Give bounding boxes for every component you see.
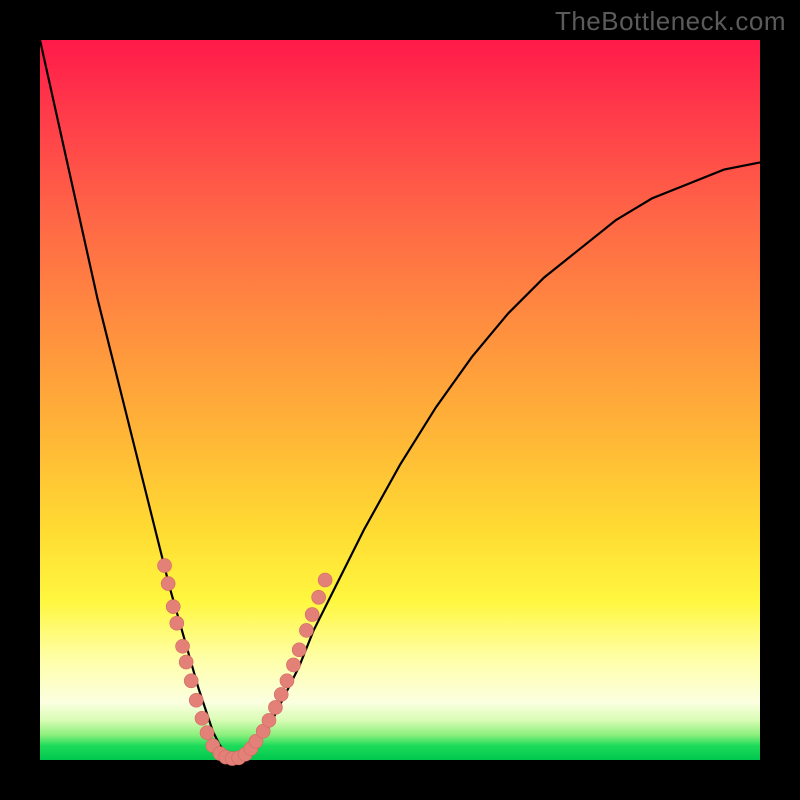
data-dot [312, 590, 326, 604]
data-dot [305, 608, 319, 622]
data-dot [299, 623, 313, 637]
chart-frame: TheBottleneck.com [0, 0, 800, 800]
data-dot [179, 655, 193, 669]
data-dot [292, 643, 306, 657]
data-dot [170, 616, 184, 630]
watermark-text: TheBottleneck.com [555, 6, 786, 37]
data-dot [318, 573, 332, 587]
chart-svg [40, 40, 760, 760]
data-dot [189, 693, 203, 707]
data-dot [195, 711, 209, 725]
data-dot [161, 577, 175, 591]
data-dot [158, 559, 172, 573]
data-dot [184, 674, 198, 688]
curve-dots [158, 559, 333, 766]
data-dot [280, 674, 294, 688]
data-dot [274, 687, 288, 701]
data-dot [200, 726, 214, 740]
data-dot [176, 639, 190, 653]
data-dot [262, 713, 276, 727]
data-dot [268, 700, 282, 714]
bottleneck-curve [40, 40, 760, 760]
data-dot [166, 600, 180, 614]
data-dot [286, 658, 300, 672]
chart-plot-area [40, 40, 760, 760]
